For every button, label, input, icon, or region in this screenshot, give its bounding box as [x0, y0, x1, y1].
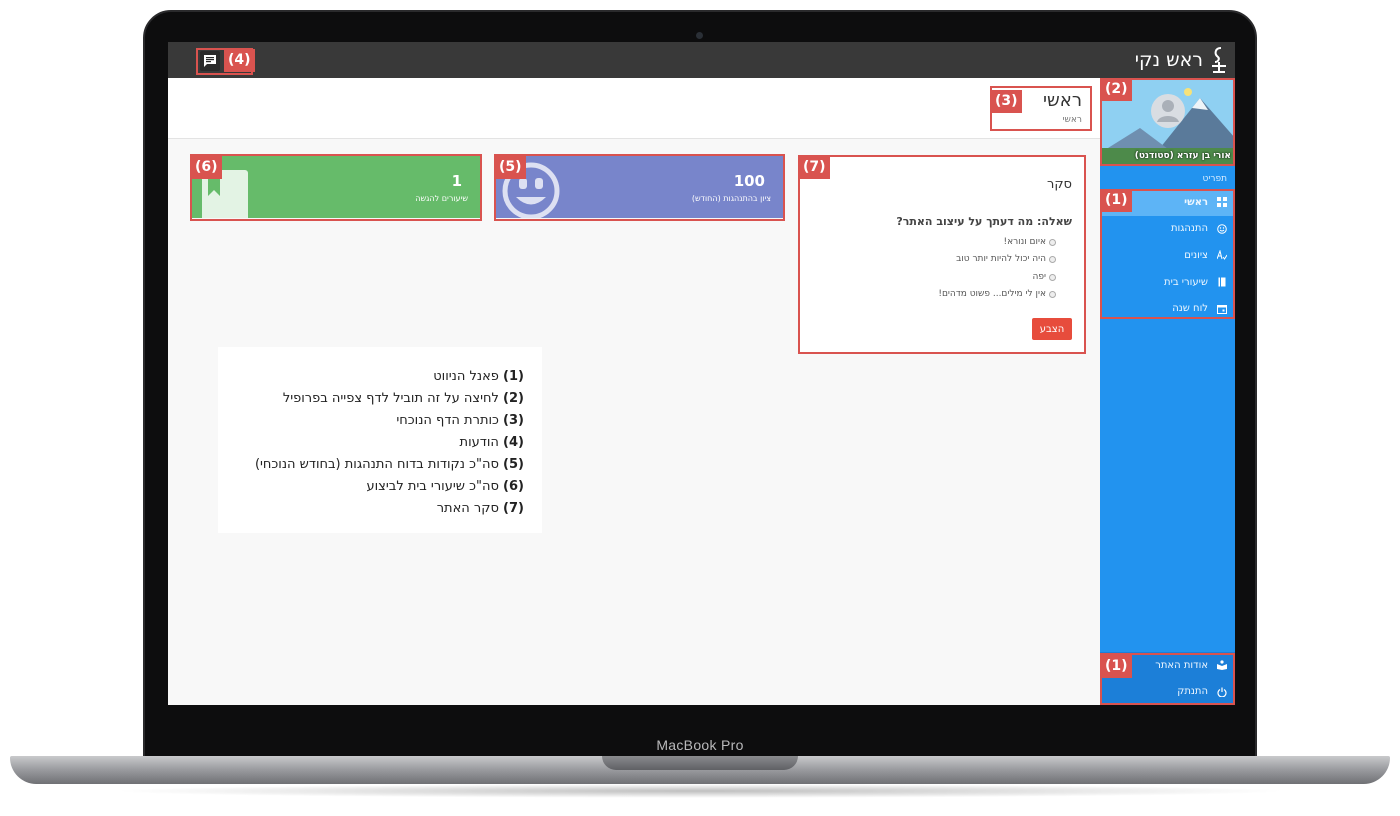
- callout-box-homework: [190, 154, 482, 221]
- app-title: ראש נקי: [1134, 49, 1203, 71]
- legend-item: (2) לחיצה על זה תוביל לדף צפייה בפרופיל: [282, 391, 524, 406]
- legend-item: (3) כותרת הדף הנוכחי: [396, 413, 524, 428]
- camera-dot: [696, 32, 703, 39]
- callout-tag: (1): [1101, 655, 1132, 678]
- app-screen: ראש נקי ראשי ראשי אורי בן עזרא (סטודנט) …: [168, 42, 1235, 705]
- callout-box-behavior: [494, 154, 785, 221]
- laptop-shadow: [110, 784, 1290, 798]
- laptop-notch: [602, 756, 798, 770]
- page-header: ראשי ראשי: [168, 78, 1100, 139]
- callout-tag: (7): [799, 156, 830, 179]
- callout-box-survey: [798, 155, 1086, 354]
- legend-item: (4) הודעות: [459, 435, 524, 450]
- sidebar: אורי בן עזרא (סטודנט) תפריט ראשי התנהגות…: [1100, 78, 1235, 705]
- legend-item: (7) סקר האתר: [436, 501, 524, 516]
- top-bar: ראש נקי: [168, 42, 1235, 78]
- brand-icon: [1212, 47, 1226, 73]
- callout-tag: (3): [991, 90, 1022, 113]
- legend-item: (6) סה"כ שיעורי בית לביצוע: [366, 479, 525, 494]
- legend-panel: (1) פאנל הניווט (2) לחיצה על זה תוביל לד…: [218, 347, 542, 533]
- callout-tag: (5): [495, 156, 526, 179]
- callout-tag: (2): [1101, 78, 1132, 101]
- device-label: MacBook Pro: [656, 737, 744, 753]
- callout-tag: (1): [1101, 189, 1132, 212]
- legend-item: (1) פאנל הניווט: [433, 369, 524, 384]
- brand[interactable]: ראש נקי: [1135, 46, 1229, 74]
- menu-section-label: תפריט: [1202, 174, 1227, 184]
- callout-tag: (6): [191, 156, 222, 179]
- legend-item: (5) סה"כ נקודות בדוח התנהגות (בחודש הנוכ…: [254, 457, 524, 472]
- callout-tag: (4): [224, 49, 255, 72]
